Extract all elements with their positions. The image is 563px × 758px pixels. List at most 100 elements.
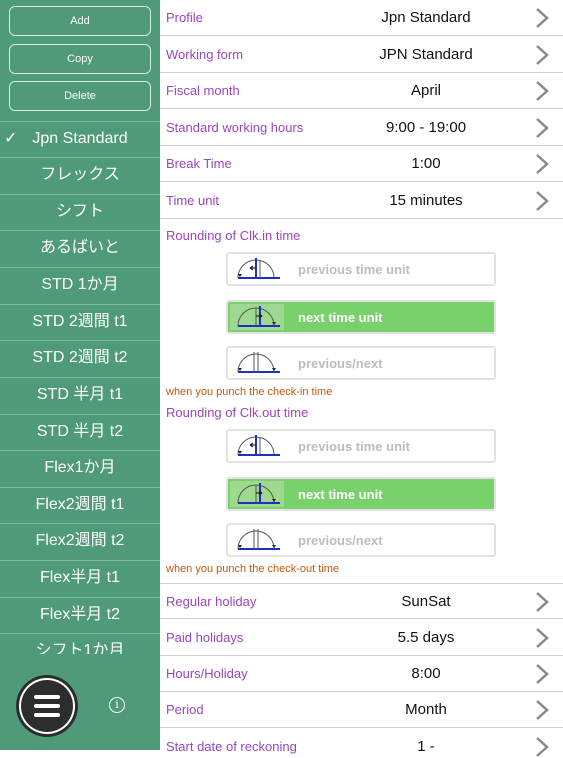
sidebar-item-label: STD 1か月 bbox=[41, 276, 119, 293]
info-icon[interactable]: i bbox=[109, 697, 125, 713]
sidebar-item-label: あるばいと bbox=[39, 239, 120, 256]
round-previous-next-icon bbox=[237, 529, 280, 550]
rounding-in-note: when you punch the check-in time bbox=[166, 386, 333, 398]
sidebar-item-label: Flex1か月 bbox=[44, 459, 116, 476]
option-label: previous/next bbox=[298, 356, 383, 371]
row-value: JPN Standard bbox=[379, 46, 473, 63]
checkmark-icon: ✓ bbox=[4, 130, 18, 147]
sidebar-item-label: Jpn Standard bbox=[32, 130, 128, 147]
rounding-in-previous-option[interactable]: previous time unit bbox=[226, 252, 496, 286]
hamburger-menu-button[interactable] bbox=[19, 678, 75, 734]
sidebar-item[interactable]: STD 1か月 bbox=[0, 267, 160, 303]
sidebar-item[interactable]: STD 2週間 t1 bbox=[0, 304, 160, 340]
sidebar-item-label: Flex2週間 t2 bbox=[35, 532, 125, 549]
row-value: 8:00 bbox=[411, 665, 441, 682]
regular-holiday-row[interactable]: Regular holiday SunSat bbox=[160, 583, 563, 619]
round-next-icon bbox=[230, 304, 284, 330]
round-previous-next-icon bbox=[237, 352, 280, 373]
row-label: Working form bbox=[166, 47, 244, 62]
sidebar-item-label: STD 半月 t2 bbox=[36, 423, 124, 440]
sidebar-item[interactable]: Flex半月 t2 bbox=[0, 597, 160, 633]
rounding-out-next-option[interactable]: next time unit bbox=[226, 477, 496, 511]
sidebar-item[interactable]: STD 半月 t1 bbox=[0, 377, 160, 413]
row-value: 1:00 bbox=[411, 155, 441, 172]
chevron-right-icon bbox=[536, 45, 549, 65]
chevron-right-icon bbox=[536, 81, 549, 101]
chevron-right-icon bbox=[536, 8, 549, 28]
period-row[interactable]: Period Month bbox=[160, 692, 563, 728]
rounding-in-previous-next-option[interactable]: previous/next bbox=[226, 346, 496, 380]
chevron-right-icon bbox=[536, 737, 549, 757]
chevron-right-icon bbox=[536, 700, 549, 720]
option-label: next time unit bbox=[298, 310, 383, 325]
sidebar-footer: i bbox=[0, 654, 160, 750]
rounding-in-next-option[interactable]: next time unit bbox=[226, 300, 496, 334]
sidebar-item-label: STD 2週間 t1 bbox=[32, 313, 128, 330]
delete-button[interactable]: Delete bbox=[9, 81, 151, 111]
sidebar-item-label: シフト bbox=[55, 203, 104, 220]
copy-button[interactable]: Copy bbox=[9, 44, 151, 74]
row-label: Fiscal month bbox=[166, 83, 240, 98]
chevron-right-icon bbox=[536, 118, 549, 138]
rounding-out-previous-next-option[interactable]: previous/next bbox=[226, 523, 496, 557]
break-time-row[interactable]: Break Time 1:00 bbox=[160, 146, 563, 182]
round-previous-icon bbox=[237, 435, 280, 456]
add-button[interactable]: Add bbox=[9, 6, 151, 36]
row-label: Hours/Holiday bbox=[166, 666, 248, 681]
rounding-out-note: when you punch the check-out time bbox=[166, 563, 340, 575]
hamburger-icon bbox=[34, 713, 60, 717]
standard-working-hours-row[interactable]: Standard working hours 9:00 - 19:00 bbox=[160, 110, 563, 146]
profile-sidebar: Add Copy Delete ✓ Jpn Standard フレックス シフト… bbox=[0, 0, 160, 750]
option-label: previous time unit bbox=[298, 439, 410, 454]
sidebar-item[interactable]: シフト bbox=[0, 194, 160, 230]
sidebar-item[interactable]: STD 半月 t2 bbox=[0, 414, 160, 450]
sidebar-item-label: Flex2週間 t1 bbox=[35, 496, 125, 513]
hours-holiday-row[interactable]: Hours/Holiday 8:00 bbox=[160, 656, 563, 692]
row-value: 15 minutes bbox=[389, 192, 463, 209]
option-label: next time unit bbox=[298, 487, 383, 502]
row-value: SunSat bbox=[401, 593, 451, 610]
option-label: previous time unit bbox=[298, 262, 410, 277]
time-unit-row[interactable]: Time unit 15 minutes bbox=[160, 183, 563, 219]
start-date-row[interactable]: Start date of reckoning 1 - bbox=[160, 729, 563, 757]
chevron-right-icon bbox=[536, 628, 549, 648]
fiscal-month-row[interactable]: Fiscal month April bbox=[160, 73, 563, 109]
profile-row[interactable]: Profile Jpn Standard bbox=[160, 0, 563, 36]
sidebar-item[interactable]: Flex2週間 t2 bbox=[0, 523, 160, 559]
chevron-right-icon bbox=[536, 191, 549, 211]
round-next-icon bbox=[230, 481, 284, 507]
row-value: 5.5 days bbox=[397, 629, 455, 646]
sidebar-item[interactable]: あるばいと bbox=[0, 230, 160, 266]
rounding-in-title: Rounding of Clk.in time bbox=[166, 228, 301, 243]
row-value: 9:00 - 19:00 bbox=[385, 119, 467, 136]
sidebar-item[interactable]: STD 2週間 t2 bbox=[0, 340, 160, 376]
row-value: Month bbox=[405, 701, 447, 718]
row-label: Break Time bbox=[166, 156, 232, 171]
sidebar-item-jpn-standard[interactable]: ✓ Jpn Standard bbox=[0, 121, 160, 157]
sidebar-item[interactable]: Flex半月 t1 bbox=[0, 560, 160, 596]
hamburger-icon bbox=[34, 704, 60, 708]
row-label: Paid holidays bbox=[166, 630, 244, 645]
option-label: previous/next bbox=[298, 533, 383, 548]
row-label: Regular holiday bbox=[166, 594, 257, 609]
sidebar-item[interactable]: Flex2週間 t1 bbox=[0, 487, 160, 523]
round-previous-icon bbox=[237, 258, 280, 279]
rounding-out-title: Rounding of Clk.out time bbox=[166, 405, 309, 420]
sidebar-item-label: STD 半月 t1 bbox=[36, 386, 124, 403]
rounding-out-previous-option[interactable]: previous time unit bbox=[226, 429, 496, 463]
row-label: Time unit bbox=[166, 193, 219, 208]
sidebar-item-label: Flex半月 t1 bbox=[39, 569, 121, 586]
sidebar-item-label: フレックス bbox=[40, 166, 120, 183]
row-label: Standard working hours bbox=[166, 120, 304, 135]
sidebar-item-label: STD 2週間 t2 bbox=[32, 349, 128, 366]
paid-holidays-row[interactable]: Paid holidays 5.5 days bbox=[160, 620, 563, 656]
sidebar-item[interactable]: Flex1か月 bbox=[0, 450, 160, 486]
chevron-right-icon bbox=[536, 154, 549, 174]
row-value: April bbox=[410, 82, 441, 99]
row-label: Profile bbox=[166, 10, 203, 25]
settings-panel: Profile Jpn Standard Working form JPN St… bbox=[160, 0, 563, 757]
row-value: 1 - bbox=[417, 738, 435, 755]
sidebar-item[interactable]: フレックス bbox=[0, 157, 160, 193]
working-form-row[interactable]: Working form JPN Standard bbox=[160, 37, 563, 73]
chevron-right-icon bbox=[536, 592, 549, 612]
